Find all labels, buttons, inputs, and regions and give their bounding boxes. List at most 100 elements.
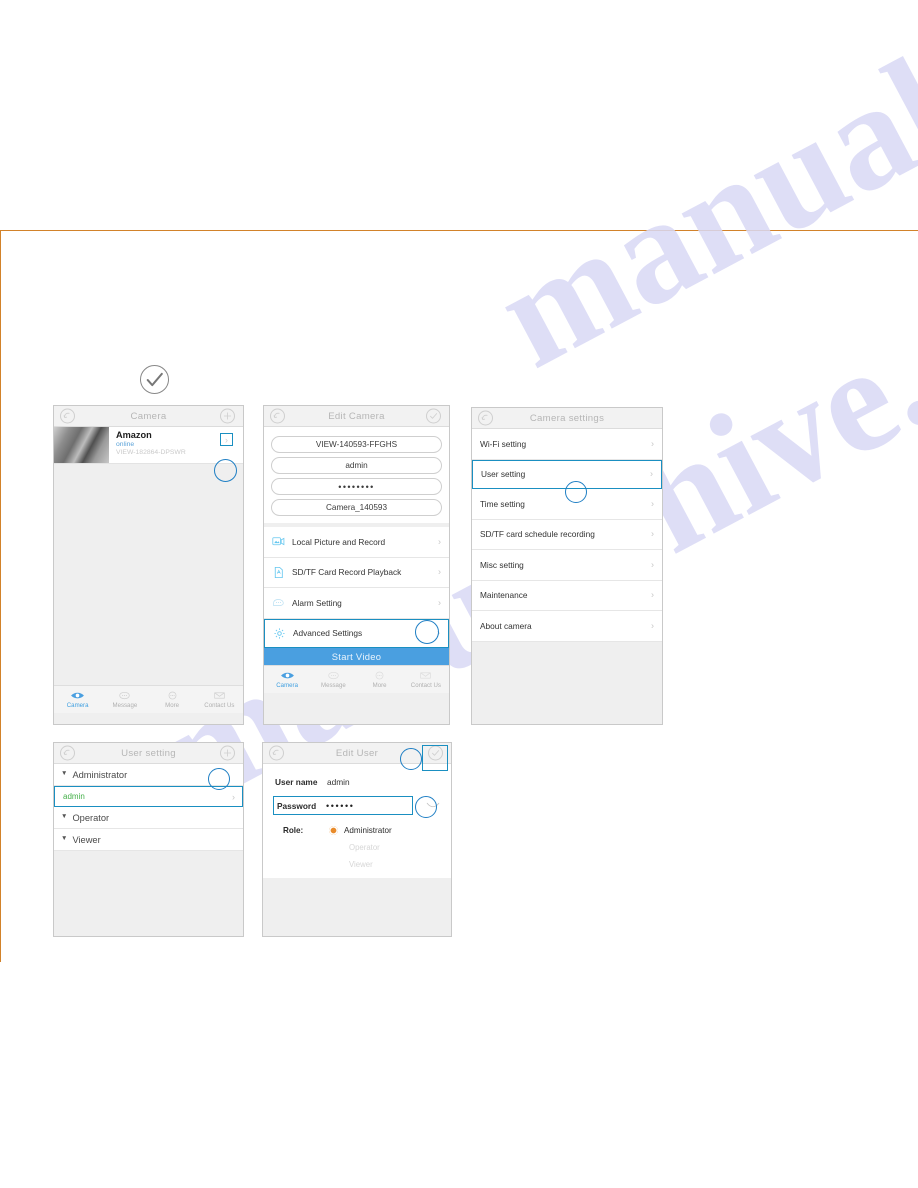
screen-edit-camera: Edit Camera VIEW-140593-FFGHS admin ••••… <box>263 405 450 725</box>
tab-camera[interactable]: Camera <box>54 686 101 713</box>
chat-icon <box>117 690 132 701</box>
menu-item-local-picture-and-record[interactable]: Local Picture and Record › <box>264 527 449 558</box>
chevron-right-icon: › <box>232 791 235 802</box>
tab-label: Camera <box>276 682 298 689</box>
menu-item-label: Advanced Settings <box>293 628 363 639</box>
navbar: User setting <box>54 743 243 764</box>
caret-down-icon: ▼ <box>61 770 68 778</box>
chevron-right-icon: › <box>651 528 654 539</box>
page-title: User setting <box>121 747 176 759</box>
tab-more[interactable]: More <box>357 666 403 693</box>
menu-item-misc-setting[interactable]: Misc setting › <box>472 550 662 581</box>
envelope-icon <box>418 670 433 681</box>
camera-credentials-form: VIEW-140593-FFGHS admin •••••••• Camera_… <box>264 427 449 523</box>
menu-item-label: User setting <box>481 469 526 480</box>
annotation-circle <box>415 796 437 818</box>
menu-item-sdtf-card-record-playback[interactable]: SD/TF Card Record Playback › <box>264 557 449 588</box>
camera-name-field[interactable]: Camera_140593 <box>271 499 442 516</box>
username-value: admin <box>327 776 350 787</box>
group-operator[interactable]: ▼ Operator <box>54 807 243 829</box>
menu-item-label: Wi-Fi setting <box>480 438 527 449</box>
chevron-right-icon: › <box>651 620 654 631</box>
picture-video-icon <box>272 535 285 548</box>
camera-name: Amazon <box>116 430 152 440</box>
role-option-label: Administrator <box>344 826 392 835</box>
chat-icon <box>326 670 341 681</box>
more-icon <box>165 690 180 701</box>
menu-item-wifi-setting[interactable]: Wi-Fi setting › <box>472 429 662 460</box>
back-arrow-icon[interactable] <box>478 410 493 426</box>
back-arrow-icon[interactable] <box>270 408 285 424</box>
role-row: Role: Administrator <box>263 826 451 835</box>
screen-camera-list: Camera Amazon online VIEW-182864-DPSWR ›… <box>53 405 244 725</box>
start-video-button[interactable]: Start Video <box>264 648 449 665</box>
tabbar: Camera Message More Contact Us <box>264 665 449 693</box>
sd-card-icon <box>272 566 285 579</box>
camera-detail-chevron[interactable]: › <box>220 433 233 446</box>
menu-item-sdtf-card-schedule-recording[interactable]: SD/TF card schedule recording › <box>472 519 662 550</box>
menu-item-alarm-setting[interactable]: Alarm Setting › <box>264 588 449 619</box>
tab-label: Contact Us <box>204 702 235 709</box>
menu-item-about-camera[interactable]: About camera › <box>472 611 662 642</box>
list-item[interactable]: Amazon online VIEW-182864-DPSWR › <box>54 427 243 464</box>
screen-edit-user: Edit User User name admin Password •••••… <box>262 742 452 937</box>
group-viewer[interactable]: ▼ Viewer <box>54 829 243 851</box>
tab-contact-us[interactable]: Contact Us <box>403 666 449 693</box>
username-field[interactable]: admin <box>271 457 442 474</box>
empty-list-area <box>54 464 243 685</box>
menu-item-label: Time setting <box>480 498 525 509</box>
page-title: Camera <box>130 410 167 422</box>
role-label: Role: <box>283 826 304 835</box>
group-label: Administrator <box>72 769 128 780</box>
menu-item-label: Local Picture and Record <box>292 536 386 547</box>
tab-camera[interactable]: Camera <box>264 666 310 693</box>
check-icon[interactable] <box>426 408 441 424</box>
menu-item-label: About camera <box>480 620 532 631</box>
back-arrow-icon[interactable] <box>60 408 75 424</box>
empty-list-area <box>54 851 243 936</box>
menu-item-label: SD/TF card schedule recording <box>480 529 595 540</box>
menu-item-maintenance[interactable]: Maintenance › <box>472 580 662 611</box>
tab-label: Message <box>112 702 138 709</box>
tab-label: Message <box>321 682 346 689</box>
tab-label: More <box>165 702 180 709</box>
chevron-right-icon: › <box>651 589 654 600</box>
tab-more[interactable]: More <box>149 686 196 713</box>
role-option-viewer[interactable]: Viewer <box>263 860 451 869</box>
uid-field[interactable]: VIEW-140593-FFGHS <box>271 436 442 453</box>
chevron-right-icon: › <box>651 498 654 509</box>
gear-icon <box>273 627 286 640</box>
navbar: Camera settings <box>472 408 662 429</box>
caret-down-icon: ▼ <box>61 813 68 821</box>
eye-icon <box>70 690 85 701</box>
menu-item-label: Alarm Setting <box>292 597 342 608</box>
radio-administrator[interactable] <box>329 826 338 835</box>
page-title: Edit Camera <box>328 410 385 422</box>
page-title: Edit User <box>335 747 379 759</box>
tab-message[interactable]: Message <box>310 666 356 693</box>
camera-settings-menu: Wi-Fi setting › User setting › Time sett… <box>472 429 662 642</box>
password-field[interactable]: •••••••• <box>271 478 442 495</box>
back-arrow-icon[interactable] <box>60 745 75 761</box>
password-field[interactable]: Password •••••• <box>273 796 440 815</box>
tab-label: Camera <box>66 702 89 709</box>
username-label: User name <box>275 776 318 787</box>
empty-area <box>263 878 451 935</box>
role-option-operator[interactable]: Operator <box>263 843 451 852</box>
group-label: Viewer <box>72 834 101 845</box>
watermark-text: manualshive.com <box>471 0 918 400</box>
camera-thumbnail <box>54 427 109 463</box>
plus-icon[interactable] <box>220 745 235 761</box>
navbar: Camera <box>54 406 243 427</box>
screen-camera-settings: Camera settings Wi-Fi setting › User set… <box>471 407 663 725</box>
camera-uid: VIEW-182864-DPSWR <box>116 449 186 456</box>
caret-down-icon: ▼ <box>61 835 68 843</box>
chevron-right-icon: › <box>438 597 441 608</box>
chevron-right-icon: › <box>651 559 654 570</box>
password-value: •••••• <box>326 800 355 811</box>
tab-contact-us[interactable]: Contact Us <box>196 686 243 713</box>
back-arrow-icon[interactable] <box>269 745 284 761</box>
more-icon <box>372 670 387 681</box>
tab-message[interactable]: Message <box>101 686 148 713</box>
plus-icon[interactable] <box>220 408 235 424</box>
